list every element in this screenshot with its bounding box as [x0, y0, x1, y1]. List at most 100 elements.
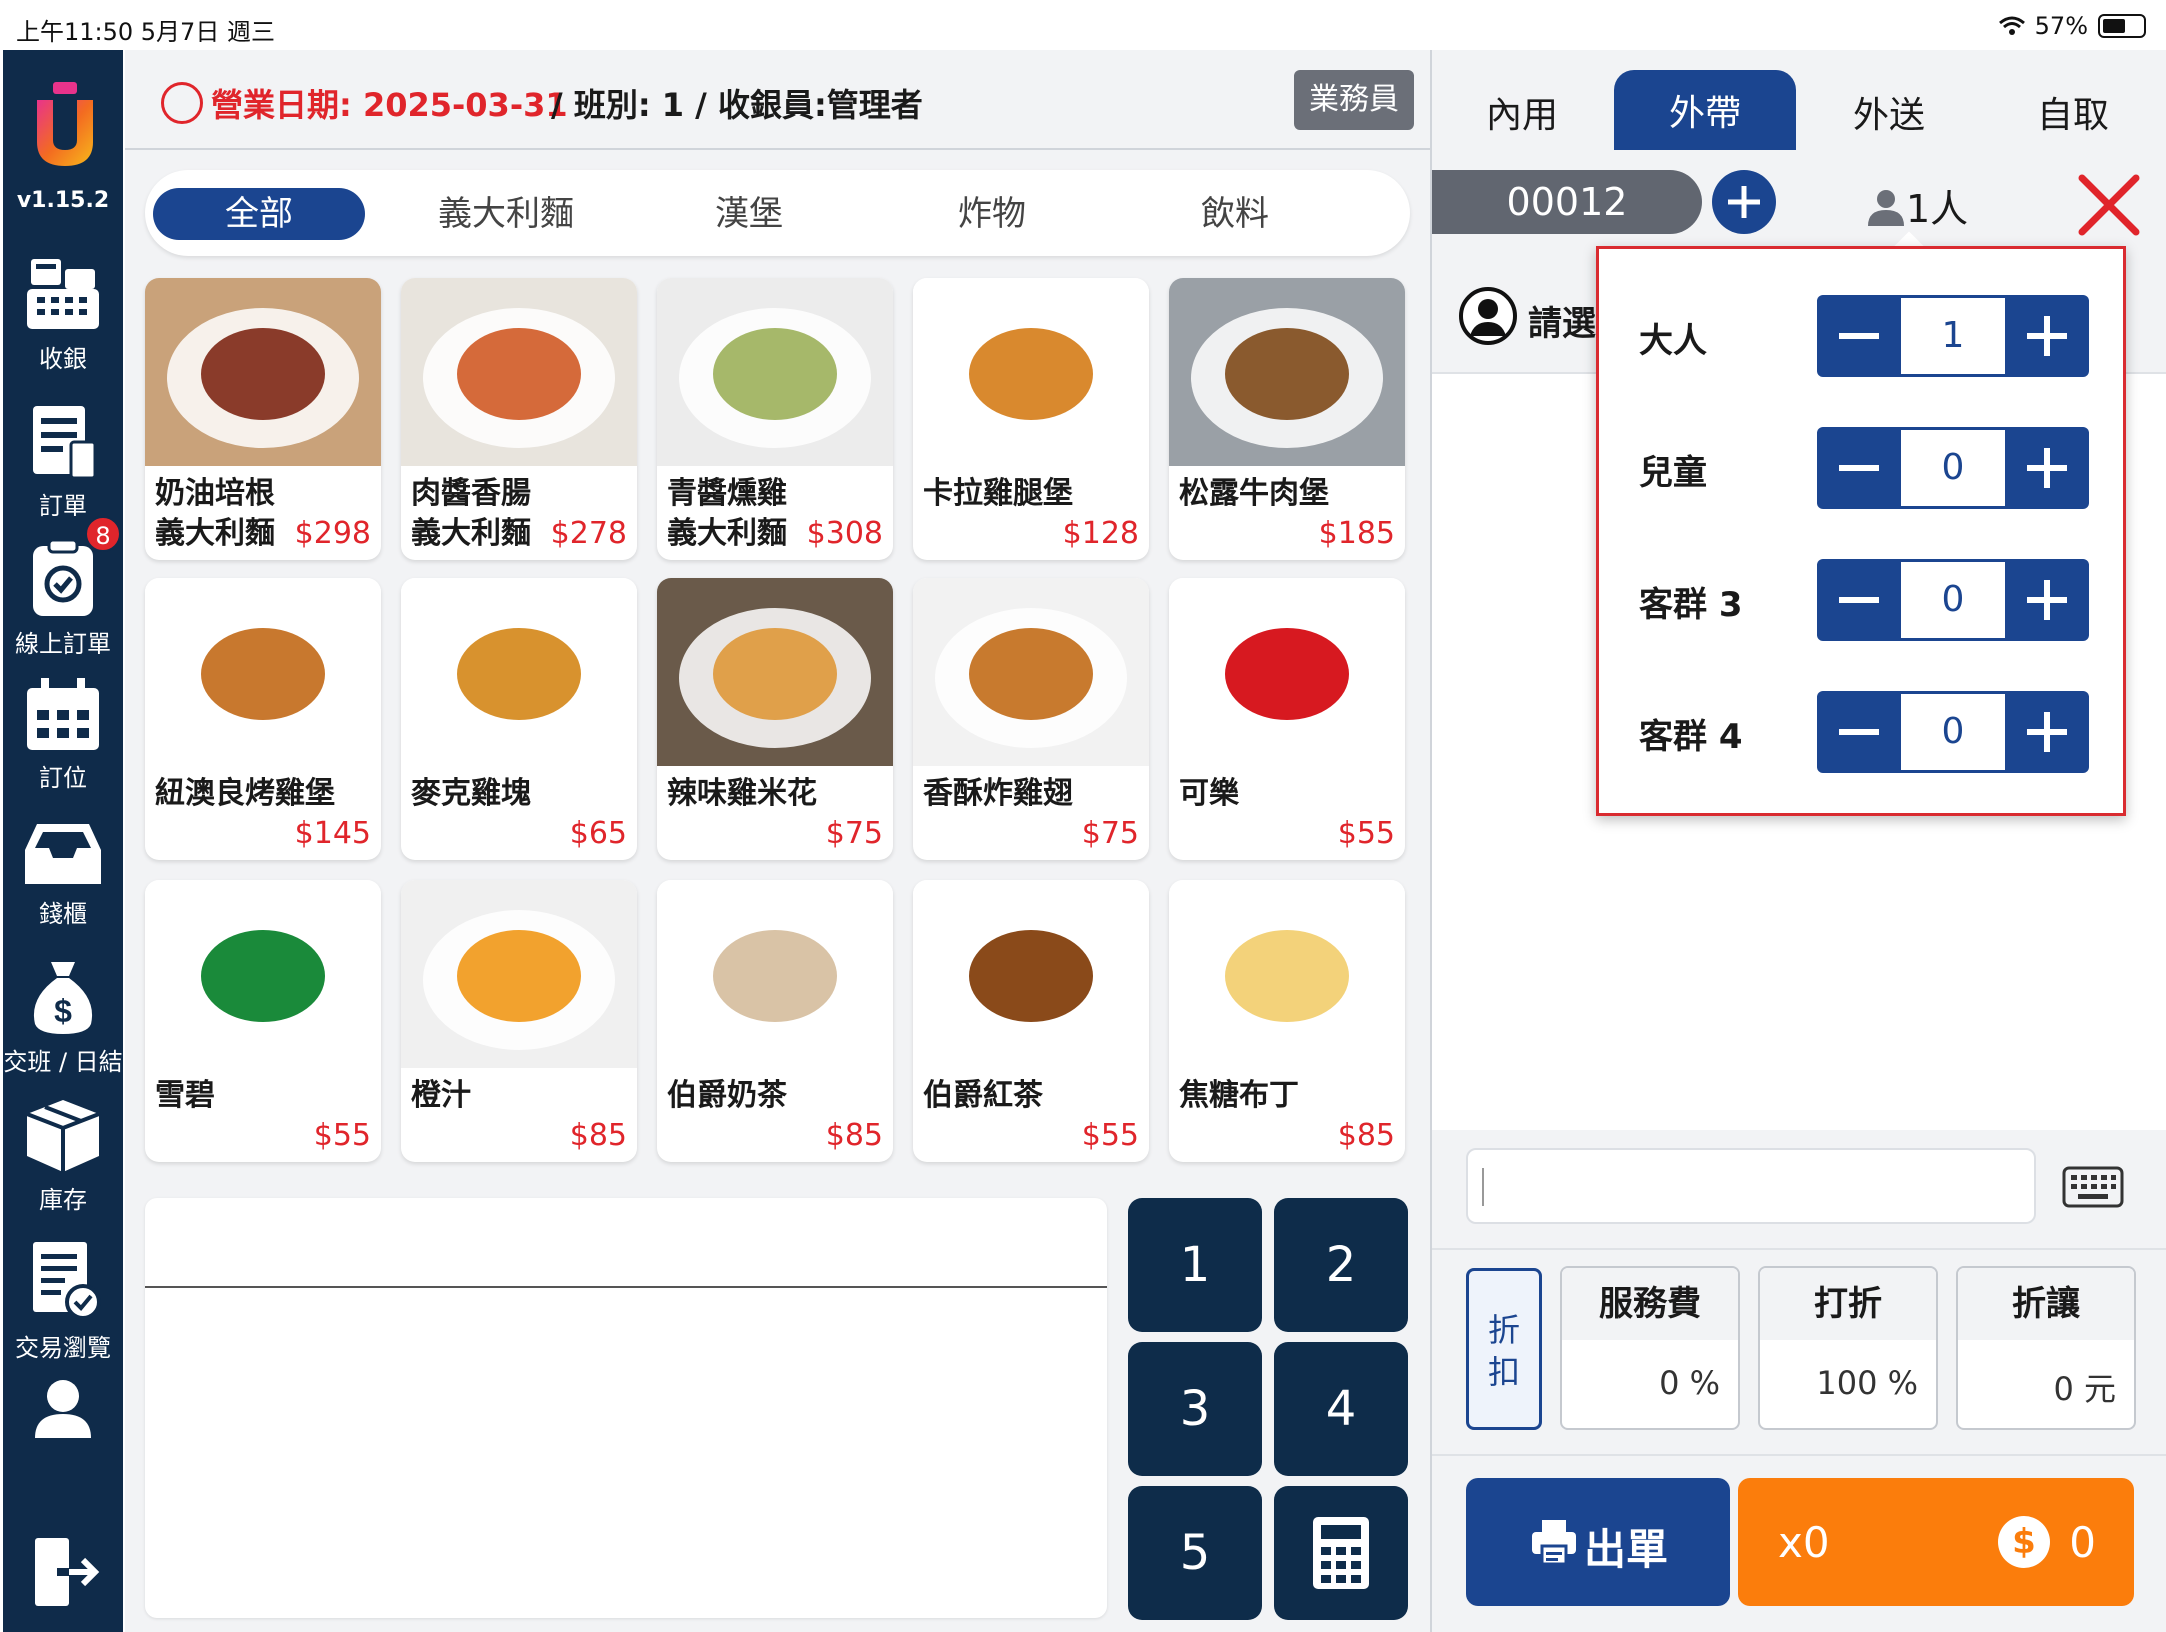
print-order-button[interactable]: 出單	[1466, 1478, 1730, 1606]
group4-count[interactable]: 0	[1901, 694, 2005, 770]
product-name: 雪碧	[155, 1078, 215, 1113]
receipt-check-icon	[33, 1242, 101, 1320]
guest-label-group4: 客群 4	[1639, 717, 1743, 757]
numpad-key-5[interactable]: 5	[1128, 1486, 1262, 1620]
product-card[interactable]: 卡拉雞腿堡 $128	[913, 278, 1149, 560]
cash-drawer-icon	[25, 824, 101, 884]
nav-shift-close-label: 交班 / 日結	[3, 1048, 123, 1076]
customer-select-prompt[interactable]: 請選	[1528, 296, 1596, 345]
category-tab-burger[interactable]: 漢堡	[643, 188, 855, 240]
product-name: 青醬燻雞 義大利麵	[667, 476, 787, 551]
nav-transactions[interactable]: 交易瀏覽	[3, 1238, 123, 1363]
status-indicators: 57%	[1998, 12, 2146, 40]
percent-discount-box[interactable]: 打折 100 %	[1758, 1266, 1938, 1430]
calculator-button[interactable]	[1274, 1486, 1408, 1620]
numpad-key-2[interactable]: 2	[1274, 1198, 1408, 1332]
product-card[interactable]: 辣味雞米花 $75	[657, 578, 893, 860]
add-order-button[interactable]	[1712, 170, 1776, 234]
nav-orders[interactable]: 訂單	[3, 402, 123, 521]
numpad-key-4[interactable]: 4	[1274, 1342, 1408, 1476]
group3-count[interactable]: 0	[1901, 562, 2005, 638]
nav-cash-drawer[interactable]: 錢櫃	[3, 820, 123, 929]
keyboard-icon[interactable]	[2062, 1164, 2124, 1210]
product-name: 香酥炸雞翅	[923, 776, 1073, 811]
product-name: 麥克雞塊	[411, 776, 531, 811]
nav-online-orders[interactable]: 線上訂單	[3, 540, 123, 659]
product-name: 焦糖布丁	[1179, 1078, 1299, 1113]
plus-icon[interactable]	[2005, 559, 2089, 641]
product-card[interactable]: 肉醬香腸 義大利麵 $278	[401, 278, 637, 560]
memo-area[interactable]	[145, 1198, 1107, 1618]
category-tab-pasta[interactable]: 義大利麵	[400, 188, 612, 240]
nav-shift-close[interactable]: $ 交班 / 日結	[3, 958, 123, 1077]
nav-cashier[interactable]: 收銀	[3, 255, 123, 374]
order-list-icon	[33, 406, 97, 480]
product-card[interactable]: 橙汁 $85	[401, 880, 637, 1162]
nav-inventory[interactable]: 庫存	[3, 1096, 123, 1215]
product-card[interactable]: 青醬燻雞 義大利麵 $308	[657, 278, 893, 560]
product-name: 紐澳良烤雞堡	[155, 776, 335, 811]
pax-count[interactable]: 1人	[1866, 178, 1968, 233]
nav-online-orders-label: 線上訂單	[15, 630, 111, 658]
service-fee-value: 0 %	[1659, 1364, 1720, 1402]
category-tab-drinks[interactable]: 飲料	[1129, 188, 1341, 240]
nav-cashier-label: 收銀	[39, 345, 87, 373]
checkout-button[interactable]: x0 $ 0	[1738, 1478, 2134, 1606]
nav-cash-drawer-label: 錢櫃	[39, 900, 87, 928]
battery-icon	[2098, 14, 2146, 38]
adult-count[interactable]: 1	[1901, 298, 2005, 374]
product-card[interactable]: 奶油培根 義大利麵 $298	[145, 278, 381, 560]
product-image	[401, 578, 637, 766]
inventory-box-icon	[26, 1100, 100, 1172]
minus-icon[interactable]	[1817, 427, 1901, 509]
nav-user[interactable]	[3, 1376, 123, 1444]
business-date: 營業日期: 2025-03-31	[211, 86, 568, 124]
product-price: $75	[825, 816, 883, 851]
product-name: 松露牛肉堡	[1179, 476, 1329, 511]
product-price: $278	[550, 516, 627, 551]
person-icon	[1868, 190, 1904, 226]
category-tab-fried[interactable]: 炸物	[886, 188, 1098, 240]
service-fee-box[interactable]: 服務費 0 %	[1560, 1266, 1740, 1430]
staff-button[interactable]: 業務員	[1294, 70, 1414, 130]
order-type-delivery[interactable]: 外送	[1798, 72, 1980, 160]
child-count[interactable]: 0	[1901, 430, 2005, 506]
order-type-pickup[interactable]: 自取	[1982, 72, 2164, 160]
product-card[interactable]: 紐澳良烤雞堡 $145	[145, 578, 381, 860]
plus-icon[interactable]	[2005, 691, 2089, 773]
discount-toggle[interactable]: 折扣	[1466, 1268, 1542, 1430]
amount-discount-box[interactable]: 折讓 0 元	[1956, 1266, 2136, 1430]
numpad-key-3[interactable]: 3	[1128, 1342, 1262, 1476]
product-card[interactable]: 麥克雞塊 $65	[401, 578, 637, 860]
product-card[interactable]: 伯爵紅茶 $55	[913, 880, 1149, 1162]
section-divider	[1432, 1248, 2166, 1250]
order-type-dine-in[interactable]: 內用	[1432, 72, 1612, 160]
product-card[interactable]: 松露牛肉堡 $185	[1169, 278, 1405, 560]
product-price: $185	[1318, 516, 1395, 551]
product-card[interactable]: 伯爵奶茶 $85	[657, 880, 893, 1162]
order-number[interactable]: 00012	[1432, 170, 1702, 234]
calendar-icon	[27, 678, 99, 750]
product-card[interactable]: 可樂 $55	[1169, 578, 1405, 860]
note-input[interactable]	[1466, 1148, 2036, 1224]
product-image	[1169, 278, 1405, 466]
online-order-icon	[33, 540, 93, 616]
nav-logout[interactable]	[3, 1530, 123, 1618]
nav-reservation[interactable]: 訂位	[3, 678, 123, 793]
minus-icon[interactable]	[1817, 295, 1901, 377]
numpad-key-1[interactable]: 1	[1128, 1198, 1262, 1332]
product-card[interactable]: 雪碧 $55	[145, 880, 381, 1162]
close-icon[interactable]	[2076, 172, 2142, 238]
product-price: $128	[1062, 516, 1139, 551]
customer-avatar-icon	[1459, 287, 1517, 345]
plus-icon[interactable]	[2005, 295, 2089, 377]
category-tab-all[interactable]: 全部	[153, 188, 365, 240]
product-card[interactable]: 焦糖布丁 $85	[1169, 880, 1405, 1162]
product-price: $298	[294, 516, 371, 551]
minus-icon[interactable]	[1817, 559, 1901, 641]
plus-icon[interactable]	[2005, 427, 2089, 509]
product-card[interactable]: 香酥炸雞翅 $75	[913, 578, 1149, 860]
minus-icon[interactable]	[1817, 691, 1901, 773]
calculator-icon	[1313, 1517, 1369, 1589]
product-name: 可樂	[1179, 776, 1239, 811]
